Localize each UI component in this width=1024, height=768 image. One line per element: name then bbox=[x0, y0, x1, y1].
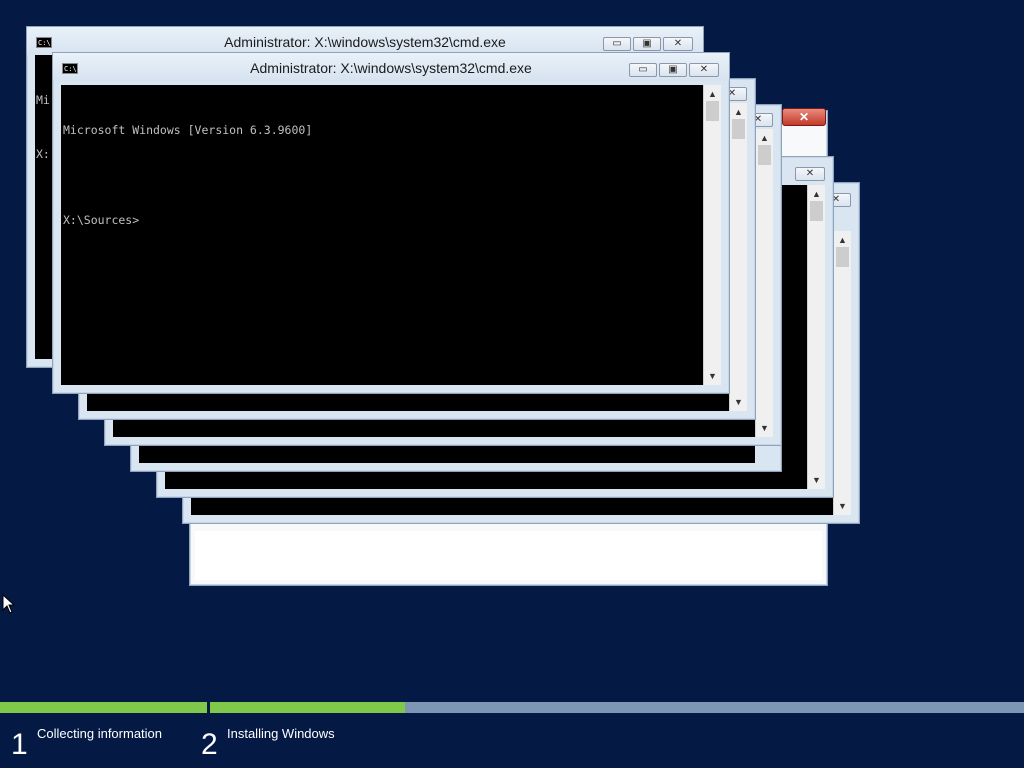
cmd-scrollbar[interactable]: ▲ ▼ bbox=[729, 103, 747, 411]
close-icon: ✕ bbox=[699, 64, 709, 75]
step-number: 2 bbox=[201, 728, 218, 761]
scroll-down-icon[interactable]: ▼ bbox=[756, 421, 773, 435]
scroll-thumb[interactable] bbox=[810, 201, 823, 221]
cmd-window-front[interactable]: C:\ Administrator: X:\windows\system32\c… bbox=[52, 52, 730, 394]
close-button[interactable]: ✕ bbox=[689, 63, 719, 77]
scroll-down-icon[interactable]: ▼ bbox=[808, 473, 825, 487]
window-title: Administrator: X:\windows\system32\cmd.e… bbox=[224, 34, 506, 50]
scroll-up-icon[interactable]: ▲ bbox=[808, 187, 825, 201]
step1-progress-fill bbox=[0, 702, 207, 713]
window-title: Administrator: X:\windows\system32\cmd.e… bbox=[250, 60, 532, 76]
close-icon: ✕ bbox=[805, 168, 815, 179]
minimize-button[interactable]: ▭ bbox=[603, 37, 631, 51]
scroll-down-icon[interactable]: ▼ bbox=[834, 499, 851, 513]
scroll-up-icon[interactable]: ▲ bbox=[834, 233, 851, 247]
dialog-close-button[interactable]: ✕ bbox=[782, 108, 826, 126]
step-label: Collecting information bbox=[37, 726, 163, 741]
scroll-thumb[interactable] bbox=[732, 119, 745, 139]
step-number: 1 bbox=[11, 728, 28, 761]
close-button[interactable]: ✕ bbox=[795, 167, 825, 181]
scroll-thumb[interactable] bbox=[836, 247, 849, 267]
step-label: Installing Windows bbox=[227, 726, 335, 741]
step1-progress-track bbox=[0, 702, 207, 713]
setup-progress bbox=[0, 702, 1024, 713]
cmd-scrollbar[interactable]: ▲ ▼ bbox=[807, 185, 825, 489]
minimize-icon: ▭ bbox=[638, 64, 648, 75]
close-icon: ✕ bbox=[673, 38, 683, 49]
scroll-thumb[interactable] bbox=[758, 145, 771, 165]
maximize-icon: ▣ bbox=[642, 38, 652, 49]
scroll-thumb[interactable] bbox=[706, 101, 719, 121]
scroll-down-icon[interactable]: ▼ bbox=[704, 369, 721, 383]
maximize-icon: ▣ bbox=[668, 64, 678, 75]
minimize-icon: ▭ bbox=[612, 38, 622, 49]
console-line: Microsoft Windows [Version 6.3.9600] bbox=[63, 123, 313, 137]
scroll-up-icon[interactable]: ▲ bbox=[756, 131, 773, 145]
mouse-cursor-icon bbox=[2, 594, 16, 614]
maximize-button[interactable]: ▣ bbox=[633, 37, 661, 51]
cmd-scrollbar[interactable]: ▲ ▼ bbox=[755, 129, 773, 437]
cmd-scrollbar[interactable]: ▲ ▼ bbox=[833, 231, 851, 515]
cmd-console[interactable]: Microsoft Windows [Version 6.3.9600] X:\… bbox=[61, 85, 703, 385]
step2-progress-fill bbox=[210, 702, 406, 713]
cmd-scrollbar[interactable]: ▲ ▼ bbox=[703, 85, 721, 385]
dialog-body bbox=[195, 531, 822, 580]
close-icon: ✕ bbox=[798, 110, 810, 124]
scroll-up-icon[interactable]: ▲ bbox=[704, 87, 721, 101]
maximize-button[interactable]: ▣ bbox=[659, 63, 687, 77]
console-prompt: X:\Sources> bbox=[63, 213, 140, 227]
scroll-up-icon[interactable]: ▲ bbox=[730, 105, 747, 119]
scroll-down-icon[interactable]: ▼ bbox=[730, 395, 747, 409]
minimize-button[interactable]: ▭ bbox=[629, 63, 657, 77]
step2-progress-track bbox=[210, 702, 1024, 713]
close-button[interactable]: ✕ bbox=[663, 37, 693, 51]
